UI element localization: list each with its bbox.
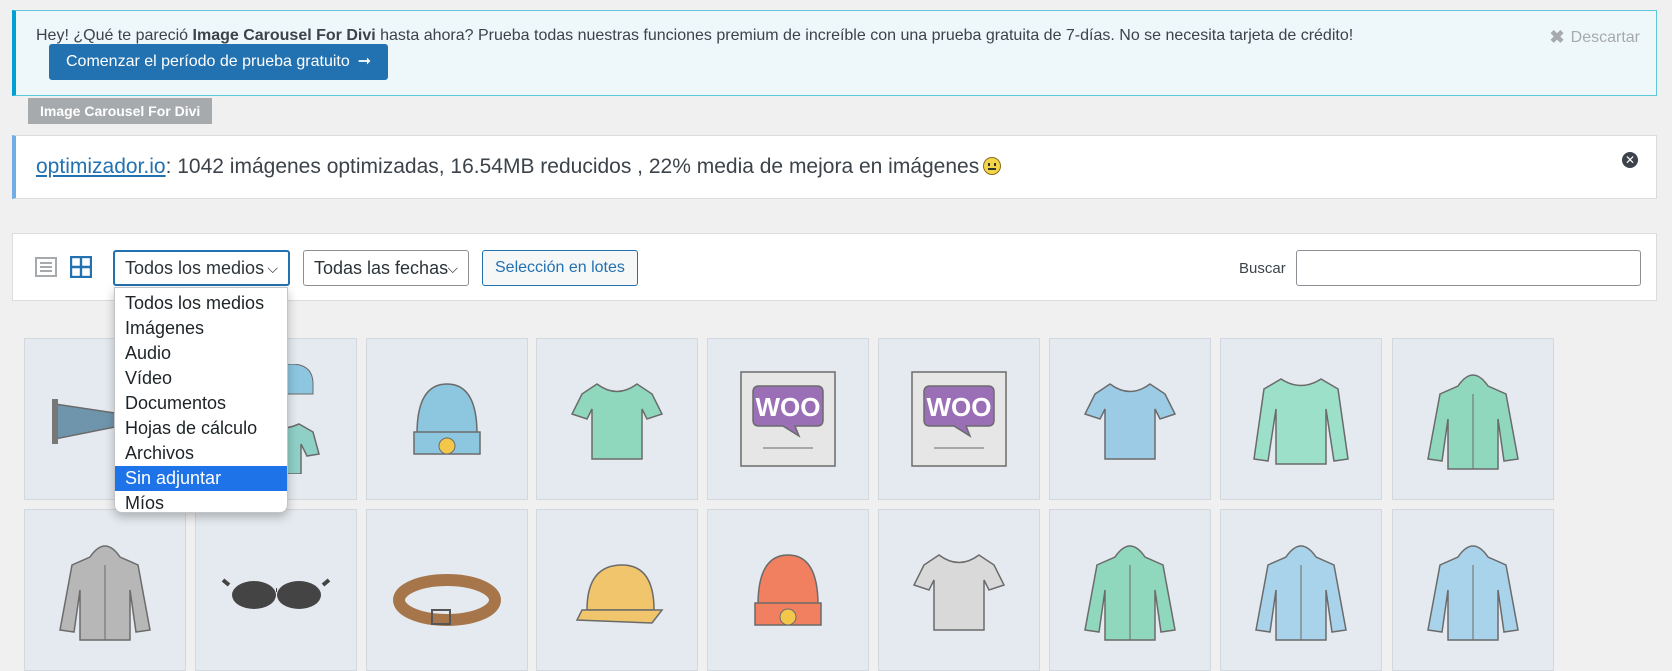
media-attachment[interactable] [536,509,698,671]
trial-message-prefix: Hey! ¿Qué te pareció [36,27,193,44]
woo-album-thumbnail: WOO [911,371,1007,467]
optimizer-message: optimizador.io: 1042 imágenes optimizada… [36,155,1002,179]
media-attachment[interactable] [1049,338,1211,500]
long-sleeve-tee-thumbnail [1253,378,1349,465]
list-view-icon[interactable] [35,256,57,278]
dropdown-option[interactable]: Míos [115,491,287,516]
trial-message-product: Image Carousel For Divi [192,27,376,44]
dropdown-option[interactable]: Vídeo [115,366,287,391]
plugin-tag: Image Carousel For Divi [28,98,213,124]
hoodie-blue-thumbnail [1427,545,1519,641]
tshirt-grey-thumbnail [912,554,1006,631]
polo-shirt-thumbnail [1083,383,1177,460]
hoodie-grey-thumbnail [59,545,151,641]
beanie-thumbnail [413,383,481,455]
hoodie-green-thumbnail [1084,545,1176,641]
vneck-tshirt-thumbnail [570,383,664,460]
dropdown-option[interactable]: Imágenes [115,316,287,341]
arrow-right-icon: ➞ [357,53,372,70]
media-attachment[interactable]: WOO [878,338,1040,500]
trial-message: Hey! ¿Qué te pareció Image Carousel For … [36,27,1353,45]
media-attachment[interactable] [878,509,1040,671]
belt-thumbnail [393,574,501,626]
media-type-dropdown: Todos los medios Imágenes Audio Vídeo Docume… [114,287,288,513]
dropdown-option[interactable]: Sin adjuntar [115,466,287,491]
dropdown-option[interactable]: Hojas de cálculo [115,416,287,441]
media-attachment[interactable] [366,509,528,671]
dismiss-label: Descartar [1570,28,1640,46]
dismiss-button[interactable]: ✖ Descartar [1550,27,1640,48]
optimizer-notice: optimizador.io: 1042 imágenes optimizada… [12,135,1657,199]
date-filter-value: Todas las fechas [314,258,449,278]
media-attachment[interactable] [24,509,186,671]
media-attachment[interactable] [1392,509,1554,671]
cap-thumbnail [575,564,664,624]
trial-message-suffix: hasta ahora? Prueba todas nuestras funci… [375,27,1354,44]
media-attachment[interactable] [1220,509,1382,671]
bulk-select-button[interactable]: Selección en lotes [482,250,638,286]
media-attachment[interactable] [1392,338,1554,500]
media-attachment[interactable] [707,509,869,671]
media-attachment[interactable] [366,338,528,500]
search-input[interactable] [1296,250,1641,286]
date-filter[interactable]: Todas las fechas ⌵ [303,250,469,286]
grid-view-icon[interactable] [70,256,92,278]
hoodie-blue-logo-thumbnail [1255,545,1347,641]
optimizer-stats: : 1042 imágenes optimizadas, 16.54MB red… [165,155,980,178]
hoodie-zipper-thumbnail [1427,374,1519,470]
close-icon: ✖ [1549,27,1565,47]
sunglasses-thumbnail [221,578,331,609]
media-attachment[interactable] [1049,509,1211,671]
media-attachment[interactable] [536,338,698,500]
beanie-orange-thumbnail [754,554,822,626]
media-attachment[interactable] [195,509,357,671]
svg-text:WOO: WOO [927,392,992,422]
dropdown-option[interactable]: Archivos [115,441,287,466]
svg-text:WOO: WOO [756,392,821,422]
media-attachment[interactable]: WOO [707,338,869,500]
dropdown-option[interactable]: Todos los medios [115,291,287,316]
dropdown-option[interactable]: Documentos [115,391,287,416]
media-type-filter[interactable]: Todos los medios ⌵ [113,250,290,286]
chevron-down-icon: ⌵ [447,260,458,276]
media-type-filter-value: Todos los medios [125,258,265,278]
media-attachment[interactable] [1220,338,1382,500]
close-notice-icon[interactable]: ✕ [1622,152,1638,168]
smiley-icon [983,157,1002,175]
optimizer-link[interactable]: optimizador.io [36,155,166,178]
start-trial-button[interactable]: Comenzar el período de prueba gratuito ➞ [49,44,389,80]
dropdown-option[interactable]: Audio [115,341,287,366]
search-label: Buscar [1239,260,1286,277]
chevron-down-icon: ⌵ [267,260,278,276]
start-trial-label: Comenzar el período de prueba gratuito [66,53,350,70]
woo-single-album-thumbnail: WOO [740,371,836,467]
trial-notice: Hey! ¿Qué te pareció Image Carousel For … [12,10,1657,96]
